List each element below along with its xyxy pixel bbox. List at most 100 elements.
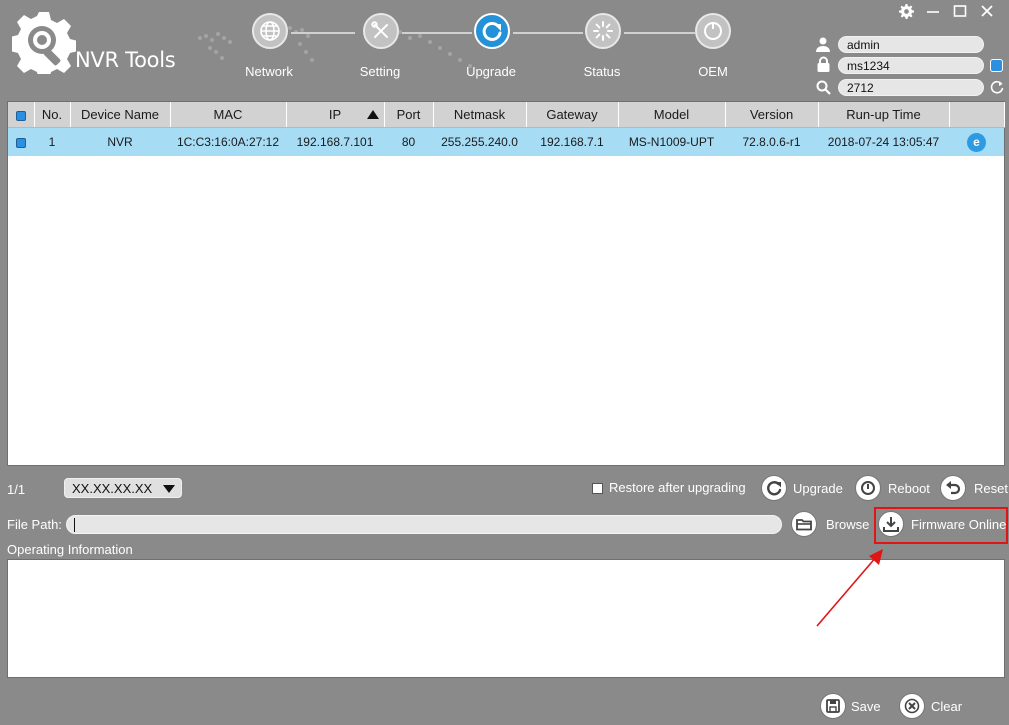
nav-upgrade-label[interactable]: Upgrade bbox=[446, 64, 536, 79]
highlight-box bbox=[874, 507, 1008, 544]
cell-ip: 192.168.7.101 bbox=[286, 127, 384, 156]
cell-mac: 1C:C3:16:0A:27:12 bbox=[170, 127, 286, 156]
clear-button[interactable] bbox=[899, 693, 925, 719]
clear-label[interactable]: Clear bbox=[931, 699, 962, 714]
refresh-icon bbox=[990, 80, 1004, 94]
device-table: No. Device Name MAC IP Port Netmask Gate… bbox=[7, 101, 1005, 466]
upgrade-label[interactable]: Upgrade bbox=[793, 481, 843, 496]
text-caret bbox=[74, 518, 75, 532]
col-header-device-name[interactable]: Device Name bbox=[70, 102, 171, 128]
nav-connector bbox=[291, 32, 355, 34]
nav-setting-button[interactable] bbox=[363, 13, 399, 49]
minimize-button[interactable] bbox=[923, 1, 943, 21]
cell-model: MS-N1009-UPT bbox=[618, 127, 725, 156]
nav-setting-label[interactable]: Setting bbox=[335, 64, 425, 79]
col-header-ip[interactable]: IP bbox=[286, 102, 385, 128]
nav-status-label[interactable]: Status bbox=[557, 64, 647, 79]
col-header-version[interactable]: Version bbox=[725, 102, 819, 128]
nav-network-button[interactable] bbox=[252, 13, 288, 49]
cell-device-name: NVR bbox=[70, 127, 170, 156]
reboot-label[interactable]: Reboot bbox=[888, 481, 930, 496]
chevron-down-icon bbox=[163, 485, 175, 493]
nav-connector bbox=[624, 32, 695, 34]
operating-info-label: Operating Information bbox=[7, 542, 133, 557]
upgrade-icon bbox=[767, 481, 782, 496]
username-field[interactable] bbox=[838, 36, 984, 53]
reset-label[interactable]: Reset bbox=[974, 481, 1008, 496]
cell-web-link: e bbox=[949, 127, 1004, 156]
file-path-label: File Path: bbox=[7, 517, 62, 532]
version-select[interactable]: XX.XX.XX.XX bbox=[64, 478, 182, 498]
search-input[interactable] bbox=[838, 79, 984, 96]
minimize-icon bbox=[927, 11, 939, 13]
power-icon bbox=[861, 481, 875, 495]
globe-icon bbox=[260, 21, 280, 41]
save-label[interactable]: Save bbox=[851, 699, 881, 714]
restore-after-upgrading-checkbox[interactable] bbox=[592, 483, 603, 494]
close-button[interactable] bbox=[977, 1, 997, 21]
undo-icon bbox=[946, 481, 961, 495]
tools-icon bbox=[371, 21, 388, 38]
col-header-no[interactable]: No. bbox=[34, 102, 71, 128]
app-logo-icon bbox=[12, 12, 76, 74]
col-header-gateway[interactable]: Gateway bbox=[526, 102, 619, 128]
gear-icon bbox=[898, 3, 914, 19]
nav-oem-button[interactable] bbox=[695, 13, 731, 49]
checkbox-icon bbox=[15, 110, 26, 121]
pager-text: 1/1 bbox=[7, 482, 26, 497]
clear-icon bbox=[904, 698, 920, 714]
col-header-port[interactable]: Port bbox=[384, 102, 434, 128]
upgrade-icon bbox=[482, 21, 502, 41]
cell-port: 80 bbox=[384, 127, 433, 156]
user-icon bbox=[815, 36, 831, 52]
file-path-input[interactable] bbox=[66, 515, 782, 534]
browse-label[interactable]: Browse bbox=[826, 517, 869, 532]
cell-netmask: 255.255.240.0 bbox=[433, 127, 526, 156]
browser-icon[interactable]: e bbox=[967, 132, 986, 152]
reboot-button[interactable] bbox=[855, 475, 881, 501]
password-field[interactable] bbox=[838, 57, 984, 74]
select-all-checkbox[interactable] bbox=[8, 102, 35, 128]
sort-ascending-icon bbox=[366, 110, 379, 119]
upgrade-button[interactable] bbox=[761, 475, 787, 501]
maximize-icon bbox=[953, 5, 967, 17]
col-header-ip-label: IP bbox=[328, 107, 342, 122]
col-header-runup-time[interactable]: Run-up Time bbox=[818, 102, 950, 128]
nav-connector bbox=[402, 32, 472, 34]
show-password-checkbox[interactable] bbox=[990, 59, 1003, 72]
nav-connector bbox=[513, 32, 583, 34]
nav-network-label[interactable]: Network bbox=[224, 64, 314, 79]
table-header-row: No. Device Name MAC IP Port Netmask Gate… bbox=[8, 102, 1005, 128]
save-icon bbox=[826, 699, 840, 713]
browse-button[interactable] bbox=[791, 511, 817, 537]
cell-gateway: 192.168.7.1 bbox=[526, 127, 618, 156]
operating-info-log bbox=[7, 559, 1005, 678]
status-icon bbox=[593, 21, 613, 41]
search-icon bbox=[815, 79, 831, 95]
row-checkbox[interactable] bbox=[8, 127, 34, 156]
nav-upgrade-button[interactable] bbox=[474, 13, 510, 49]
reset-button[interactable] bbox=[940, 475, 966, 501]
save-button[interactable] bbox=[820, 693, 846, 719]
col-header-mac[interactable]: MAC bbox=[170, 102, 287, 128]
nav-status-button[interactable] bbox=[585, 13, 621, 49]
nav-oem-label[interactable]: OEM bbox=[668, 64, 758, 79]
version-select-value: XX.XX.XX.XX bbox=[72, 481, 153, 496]
restore-after-upgrading-label[interactable]: Restore after upgrading bbox=[609, 480, 746, 495]
close-icon bbox=[981, 5, 993, 17]
cell-no: 1 bbox=[34, 127, 70, 156]
col-header-model[interactable]: Model bbox=[618, 102, 726, 128]
refresh-search-button[interactable] bbox=[990, 80, 1004, 94]
oem-icon bbox=[704, 22, 722, 40]
lock-icon bbox=[815, 56, 831, 72]
folder-icon bbox=[796, 519, 812, 531]
col-header-netmask[interactable]: Netmask bbox=[433, 102, 527, 128]
checkbox-icon bbox=[16, 137, 26, 148]
col-header-blank bbox=[949, 102, 1005, 128]
cell-runup-time: 2018-07-24 13:05:47 bbox=[818, 127, 949, 156]
cell-version: 72.8.0.6-r1 bbox=[725, 127, 818, 156]
table-row[interactable]: 1 NVR 1C:C3:16:0A:27:12 192.168.7.101 80… bbox=[8, 127, 1004, 156]
maximize-button[interactable] bbox=[950, 1, 970, 21]
app-title: NVR Tools bbox=[75, 48, 176, 72]
settings-gear-button[interactable] bbox=[896, 1, 916, 21]
